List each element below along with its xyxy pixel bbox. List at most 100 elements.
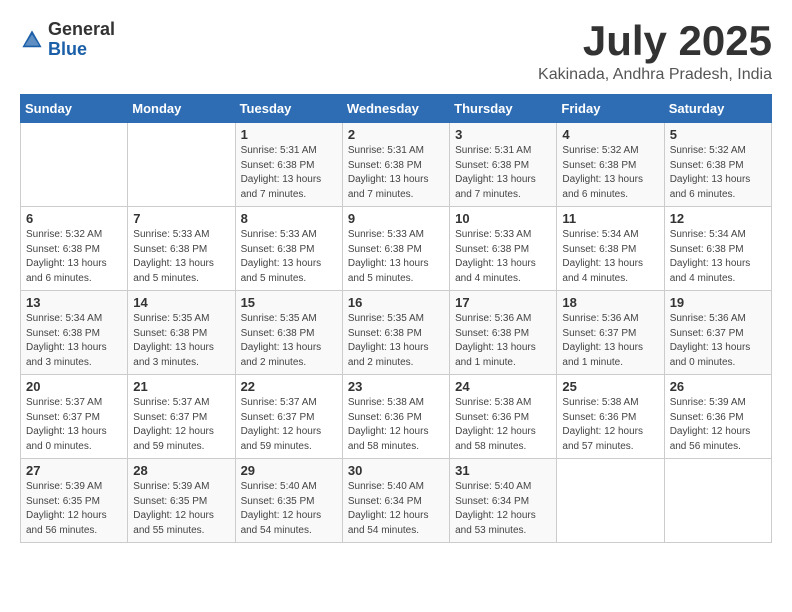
- calendar-cell: 12 Sunrise: 5:34 AM Sunset: 6:38 PM Dayli…: [664, 207, 771, 291]
- day-number: 26: [670, 379, 766, 394]
- calendar-cell: 10 Sunrise: 5:33 AM Sunset: 6:38 PM Dayli…: [450, 207, 557, 291]
- day-detail: Sunrise: 5:32 AM Sunset: 6:38 PM Dayligh…: [670, 144, 766, 202]
- day-detail: Sunrise: 5:33 AM Sunset: 6:38 PM Dayligh…: [455, 228, 551, 286]
- calendar-cell: 6 Sunrise: 5:32 AM Sunset: 6:38 PM Daylig…: [21, 207, 128, 291]
- calendar-cell: 19 Sunrise: 5:36 AM Sunset: 6:37 PM Dayli…: [664, 291, 771, 375]
- logo-general: General: [48, 20, 115, 40]
- calendar-cell: 11 Sunrise: 5:34 AM Sunset: 6:38 PM Dayli…: [557, 207, 664, 291]
- calendar-cell: 24Sunrise: 5:38 AM Sunset: 6:36 PM Dayli…: [450, 375, 557, 459]
- location: Kakinada, Andhra Pradesh, India: [538, 66, 772, 84]
- day-detail: Sunrise: 5:39 AM Sunset: 6:36 PM Dayligh…: [670, 396, 766, 454]
- day-detail: Sunrise: 5:36 AM Sunset: 6:38 PM Dayligh…: [455, 312, 551, 370]
- day-number: 2: [348, 127, 444, 142]
- calendar-week-row: 20 Sunrise: 5:37 AM Sunset: 6:37 PM Dayli…: [21, 375, 772, 459]
- day-number: 17: [455, 295, 551, 310]
- day-number: 7: [133, 211, 229, 226]
- calendar-cell: 30 Sunrise: 5:40 AM Sunset: 6:34 PM Dayli…: [342, 459, 449, 543]
- weekday-header: Tuesday: [235, 95, 342, 123]
- day-number: 16: [348, 295, 444, 310]
- calendar-cell: 20 Sunrise: 5:37 AM Sunset: 6:37 PM Dayli…: [21, 375, 128, 459]
- day-number: 21: [133, 379, 229, 394]
- day-detail: Sunrise: 5:36 AM Sunset: 6:37 PM Dayligh…: [562, 312, 658, 370]
- day-detail: Sunrise: 5:32 AM Sunset: 6:38 PM Dayligh…: [562, 144, 658, 202]
- day-detail: Sunrise: 5:33 AM Sunset: 6:38 PM Dayligh…: [348, 228, 444, 286]
- page-header: General Blue July 2025 Kakinada, Andhra …: [20, 20, 772, 84]
- day-number: 8: [241, 211, 337, 226]
- day-detail: Sunrise: 5:40 AM Sunset: 6:34 PM Dayligh…: [348, 480, 444, 538]
- calendar-cell: 2 Sunrise: 5:31 AM Sunset: 6:38 PM Daylig…: [342, 123, 449, 207]
- day-detail: Sunrise: 5:34 AM Sunset: 6:38 PM Dayligh…: [562, 228, 658, 286]
- day-number: 20: [26, 379, 122, 394]
- calendar-cell: [128, 123, 235, 207]
- calendar-cell: 5 Sunrise: 5:32 AM Sunset: 6:38 PM Daylig…: [664, 123, 771, 207]
- weekday-header: Saturday: [664, 95, 771, 123]
- day-number: 30: [348, 463, 444, 478]
- weekday-header: Wednesday: [342, 95, 449, 123]
- calendar-cell: 13Sunrise: 5:34 AM Sunset: 6:38 PM Dayli…: [21, 291, 128, 375]
- calendar-cell: 29Sunrise: 5:40 AM Sunset: 6:35 PM Dayli…: [235, 459, 342, 543]
- calendar-cell: 28 Sunrise: 5:39 AM Sunset: 6:35 PM Dayli…: [128, 459, 235, 543]
- day-detail: Sunrise: 5:38 AM Sunset: 6:36 PM Dayligh…: [348, 396, 444, 454]
- calendar-cell: 3 Sunrise: 5:31 AM Sunset: 6:38 PM Daylig…: [450, 123, 557, 207]
- calendar-cell: 4Sunrise: 5:32 AM Sunset: 6:38 PM Daylig…: [557, 123, 664, 207]
- day-number: 9: [348, 211, 444, 226]
- calendar-cell: [557, 459, 664, 543]
- weekday-header: Thursday: [450, 95, 557, 123]
- calendar-cell: 7 Sunrise: 5:33 AM Sunset: 6:38 PM Daylig…: [128, 207, 235, 291]
- day-detail: Sunrise: 5:37 AM Sunset: 6:37 PM Dayligh…: [26, 396, 122, 454]
- day-number: 18: [562, 295, 658, 310]
- calendar-cell: 16 Sunrise: 5:35 AM Sunset: 6:38 PM Dayli…: [342, 291, 449, 375]
- day-detail: Sunrise: 5:33 AM Sunset: 6:38 PM Dayligh…: [133, 228, 229, 286]
- calendar-cell: 18 Sunrise: 5:36 AM Sunset: 6:37 PM Dayli…: [557, 291, 664, 375]
- day-detail: Sunrise: 5:33 AM Sunset: 6:38 PM Dayligh…: [241, 228, 337, 286]
- day-detail: Sunrise: 5:37 AM Sunset: 6:37 PM Dayligh…: [133, 396, 229, 454]
- day-number: 24: [455, 379, 551, 394]
- calendar-week-row: 27Sunrise: 5:39 AM Sunset: 6:35 PM Dayli…: [21, 459, 772, 543]
- day-detail: Sunrise: 5:39 AM Sunset: 6:35 PM Dayligh…: [133, 480, 229, 538]
- day-number: 6: [26, 211, 122, 226]
- calendar-cell: 27Sunrise: 5:39 AM Sunset: 6:35 PM Dayli…: [21, 459, 128, 543]
- day-number: 14: [133, 295, 229, 310]
- day-detail: Sunrise: 5:31 AM Sunset: 6:38 PM Dayligh…: [348, 144, 444, 202]
- calendar-week-row: 13Sunrise: 5:34 AM Sunset: 6:38 PM Dayli…: [21, 291, 772, 375]
- day-detail: Sunrise: 5:34 AM Sunset: 6:38 PM Dayligh…: [670, 228, 766, 286]
- calendar-cell: 25Sunrise: 5:38 AM Sunset: 6:36 PM Dayli…: [557, 375, 664, 459]
- day-detail: Sunrise: 5:36 AM Sunset: 6:37 PM Dayligh…: [670, 312, 766, 370]
- day-number: 12: [670, 211, 766, 226]
- logo-blue: Blue: [48, 40, 115, 60]
- day-number: 23: [348, 379, 444, 394]
- day-detail: Sunrise: 5:31 AM Sunset: 6:38 PM Dayligh…: [455, 144, 551, 202]
- calendar-cell: 14Sunrise: 5:35 AM Sunset: 6:38 PM Dayli…: [128, 291, 235, 375]
- calendar-cell: [664, 459, 771, 543]
- day-detail: Sunrise: 5:31 AM Sunset: 6:38 PM Dayligh…: [241, 144, 337, 202]
- day-detail: Sunrise: 5:32 AM Sunset: 6:38 PM Dayligh…: [26, 228, 122, 286]
- calendar-cell: 21 Sunrise: 5:37 AM Sunset: 6:37 PM Dayli…: [128, 375, 235, 459]
- calendar-cell: 17 Sunrise: 5:36 AM Sunset: 6:38 PM Dayli…: [450, 291, 557, 375]
- calendar-cell: 22Sunrise: 5:37 AM Sunset: 6:37 PM Dayli…: [235, 375, 342, 459]
- day-detail: Sunrise: 5:35 AM Sunset: 6:38 PM Dayligh…: [348, 312, 444, 370]
- day-number: 11: [562, 211, 658, 226]
- day-detail: Sunrise: 5:39 AM Sunset: 6:35 PM Dayligh…: [26, 480, 122, 538]
- day-number: 3: [455, 127, 551, 142]
- day-number: 1: [241, 127, 337, 142]
- calendar-week-row: 1 Sunrise: 5:31 AM Sunset: 6:38 PM Daylig…: [21, 123, 772, 207]
- day-number: 5: [670, 127, 766, 142]
- calendar-cell: 23 Sunrise: 5:38 AM Sunset: 6:36 PM Dayli…: [342, 375, 449, 459]
- calendar-cell: 8 Sunrise: 5:33 AM Sunset: 6:38 PM Daylig…: [235, 207, 342, 291]
- day-number: 19: [670, 295, 766, 310]
- day-number: 10: [455, 211, 551, 226]
- logo-text: General Blue: [48, 20, 115, 60]
- logo: General Blue: [20, 20, 115, 60]
- weekday-header: Monday: [128, 95, 235, 123]
- day-detail: Sunrise: 5:35 AM Sunset: 6:38 PM Dayligh…: [241, 312, 337, 370]
- calendar-cell: 26 Sunrise: 5:39 AM Sunset: 6:36 PM Dayli…: [664, 375, 771, 459]
- weekday-header: Friday: [557, 95, 664, 123]
- day-number: 29: [241, 463, 337, 478]
- calendar-cell: [21, 123, 128, 207]
- day-number: 28: [133, 463, 229, 478]
- day-detail: Sunrise: 5:40 AM Sunset: 6:34 PM Dayligh…: [455, 480, 551, 538]
- day-number: 22: [241, 379, 337, 394]
- calendar-cell: 9 Sunrise: 5:33 AM Sunset: 6:38 PM Daylig…: [342, 207, 449, 291]
- logo-icon: [20, 28, 44, 52]
- day-detail: Sunrise: 5:38 AM Sunset: 6:36 PM Dayligh…: [562, 396, 658, 454]
